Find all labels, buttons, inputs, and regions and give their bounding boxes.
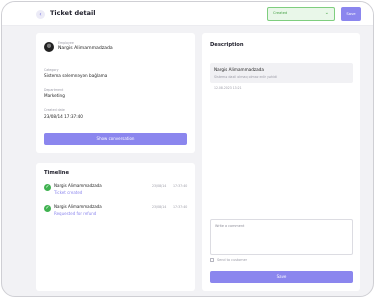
employee-label: Employee [58, 41, 74, 45]
page-title: Ticket detail [50, 9, 96, 17]
timeline-item-time: 17:37:40 [173, 205, 188, 209]
timeline-title: Timeline [44, 170, 70, 176]
status-select[interactable]: Created ⌄ [267, 7, 335, 21]
timeline-item-action: Ticket created [54, 190, 83, 195]
timeline-item-action: Requested for refund [54, 211, 97, 216]
created-date-value: 23/08/14 17:37:40 [44, 114, 83, 119]
show-conversation-button[interactable]: Show conversation [44, 133, 187, 145]
description-author: Nargis Alimammadzada [214, 67, 264, 72]
comment-placeholder: Write a comment [215, 224, 245, 228]
save-comment-button[interactable]: Save [210, 271, 353, 283]
timeline-item-time: 17:37:40 [173, 184, 188, 188]
timeline-item-name: Nargis Alimammadzada [54, 183, 102, 188]
save-button[interactable]: Save [341, 7, 361, 21]
chevron-down-icon: ⌄ [324, 10, 329, 16]
created-date-label: Created date [44, 108, 65, 112]
send-to-customer-label: Send to customer [217, 258, 248, 262]
comment-input[interactable]: Write a comment [210, 219, 353, 255]
department-value: Marketing [44, 93, 65, 98]
timeline-item-name: Nargis Alimammadzada [54, 204, 102, 209]
check-icon: ✓ [44, 205, 51, 212]
category-value: Sistema səlemnəyən bağlama [44, 73, 108, 78]
top-bar: ‹ Ticket detail Created ⌄ Save [2, 2, 373, 26]
description-card: Description Nargis Alimammadzada Sistemə… [202, 33, 360, 291]
status-select-value: Created [273, 11, 288, 15]
description-text: Sistemə daxil olmaq olmaz edir yəhidi [214, 75, 277, 79]
check-icon: ✓ [44, 184, 51, 191]
description-date: 12.08.2023 13:21 [214, 86, 242, 90]
send-to-customer-checkbox[interactable] [210, 258, 214, 262]
ticket-info-card: Employee Nargis Alimammadzada Category S… [36, 33, 195, 153]
avatar [44, 42, 54, 52]
app-window: ‹ Ticket detail Created ⌄ Save Employee … [1, 1, 374, 297]
department-label: Department [44, 88, 64, 92]
description-message: Nargis Alimammadzada Sistemə daxil olmaq… [210, 63, 353, 83]
timeline-item-date: 23/08/14 [152, 205, 167, 209]
category-label: Category [44, 68, 59, 72]
employee-name: Nargis Alimammadzada [58, 46, 113, 51]
timeline-card: Timeline ✓ Nargis Alimammadzada Ticket c… [36, 163, 195, 291]
back-button[interactable]: ‹ [36, 10, 45, 19]
timeline-item-date: 23/08/14 [152, 184, 167, 188]
description-title: Description [210, 42, 244, 48]
chevron-left-icon: ‹ [39, 11, 42, 18]
